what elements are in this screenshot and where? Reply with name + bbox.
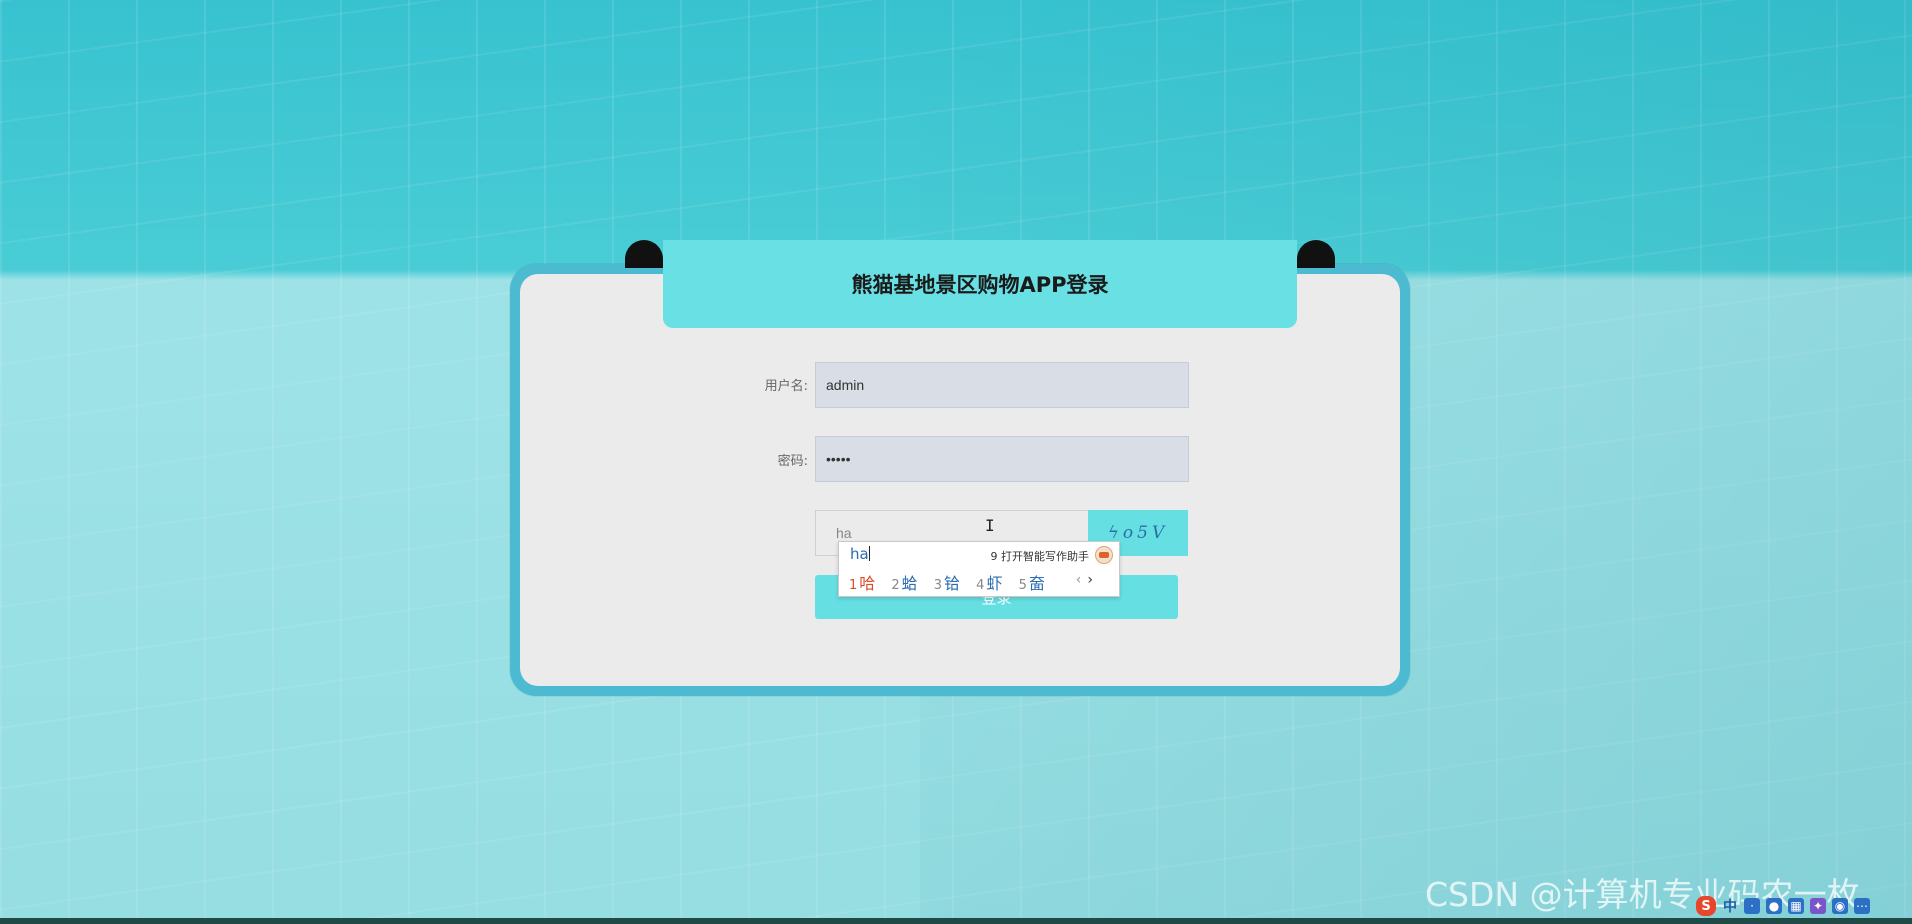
taskbar-strip [0, 918, 1912, 924]
toolbox-icon[interactable]: ◉ [1832, 898, 1848, 914]
ime-candidate-text: 奤 [1028, 574, 1045, 593]
ime-candidate-number: 2 [891, 578, 900, 593]
ime-composition-text: ha [850, 545, 869, 563]
ime-candidate[interactable]: 2蛤 [891, 570, 917, 594]
ime-candidate[interactable]: 1哈 [849, 570, 875, 594]
page-title: 熊猫基地景区购物APP登录 [851, 273, 1109, 297]
chinese-mode-icon[interactable]: 中 [1722, 898, 1738, 915]
ime-candidate-number: 5 [1018, 578, 1027, 593]
microphone-icon[interactable]: ● [1766, 898, 1782, 914]
login-title-banner: 熊猫基地景区购物APP登录 [663, 240, 1297, 328]
ime-composition: ha [850, 545, 870, 563]
username-input[interactable]: admin [815, 362, 1189, 408]
ime-status-bar: S 中 · ● ▦ ✦ ◉ ⋯ [1692, 895, 1912, 917]
writing-assistant-icon[interactable] [1095, 546, 1113, 564]
ime-next-page-icon[interactable]: › [1087, 572, 1093, 588]
ime-candidate-number: 3 [933, 578, 943, 593]
ime-candidate[interactable]: 4虾 [976, 570, 1002, 594]
ime-candidate-popup: ha 9 打开智能写作助手 1哈 2蛤 3铪 4虾 5奤 ‹ › [838, 541, 1120, 597]
ime-candidate[interactable]: 3铪 [934, 570, 960, 594]
ime-assistant-link[interactable]: 9 打开智能写作助手 [991, 548, 1090, 564]
password-input[interactable]: ••••• [815, 436, 1189, 482]
ime-page-nav: ‹ › [1076, 572, 1093, 588]
ime-candidate-list: 1哈 2蛤 3铪 4虾 5奤 [849, 570, 1056, 594]
text-caret [868, 546, 870, 561]
ime-candidate-text: 蛤 [901, 574, 918, 593]
ime-prev-page-icon[interactable]: ‹ [1076, 572, 1082, 588]
ime-candidate-text: 哈 [859, 574, 876, 593]
more-icon[interactable]: ⋯ [1854, 898, 1870, 914]
i-beam-cursor-icon: I [985, 516, 995, 535]
password-label: 密码: [777, 454, 808, 469]
ime-candidate-text: 铪 [944, 574, 961, 593]
input-method-logo-icon[interactable]: S [1696, 896, 1716, 916]
ime-candidate-number: 1 [849, 578, 858, 593]
ime-candidate-text: 虾 [986, 574, 1003, 593]
skin-icon[interactable]: ✦ [1810, 898, 1826, 914]
ime-candidate-number: 4 [976, 578, 985, 593]
punctuation-icon[interactable]: · [1744, 898, 1760, 914]
username-label: 用户名: [764, 379, 808, 394]
ime-candidate[interactable]: 5奤 [1019, 570, 1045, 594]
keyboard-icon[interactable]: ▦ [1788, 898, 1804, 914]
